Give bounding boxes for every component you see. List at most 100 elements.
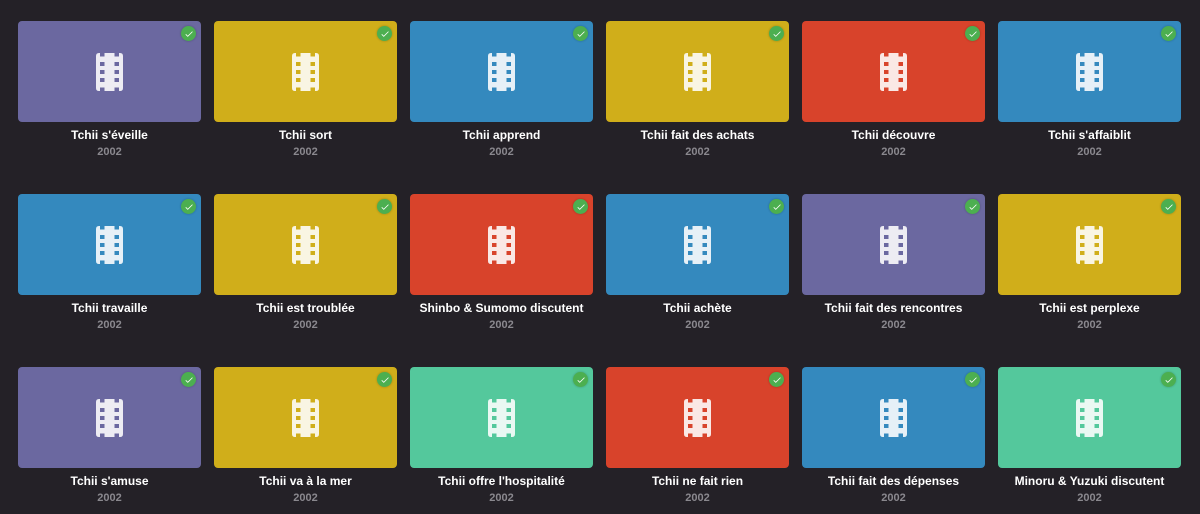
check-icon (184, 376, 193, 383)
watched-badge (769, 26, 784, 41)
episode-year: 2002 (489, 146, 514, 158)
episode-card[interactable]: Tchii s'éveille 2002 (18, 21, 201, 158)
episode-title: Tchii est perplexe (1039, 302, 1140, 315)
check-icon (772, 376, 781, 383)
episode-year: 2002 (97, 319, 122, 331)
episode-card[interactable]: Tchii sort 2002 (214, 21, 397, 158)
episode-title: Tchii achète (663, 302, 732, 315)
check-icon (968, 30, 977, 37)
episode-title: Tchii apprend (462, 129, 541, 142)
check-icon (380, 376, 389, 383)
episode-thumbnail[interactable] (214, 21, 397, 122)
watched-badge (1161, 372, 1176, 387)
episode-card[interactable]: Tchii fait des achats 2002 (606, 21, 789, 158)
episode-thumbnail[interactable] (410, 21, 593, 122)
watched-badge (965, 26, 980, 41)
episode-thumbnail[interactable] (998, 194, 1181, 295)
episode-title: Tchii offre l'hospitalité (438, 475, 565, 488)
watched-badge (965, 372, 980, 387)
episode-card[interactable]: Tchii est perplexe 2002 (998, 194, 1181, 331)
episode-year: 2002 (1077, 492, 1102, 504)
check-icon (184, 30, 193, 37)
episode-card[interactable]: Tchii apprend 2002 (410, 21, 593, 158)
episode-year: 2002 (97, 146, 122, 158)
watched-badge (1161, 26, 1176, 41)
episode-thumbnail[interactable] (214, 367, 397, 468)
episode-card[interactable]: Tchii fait des dépenses 2002 (802, 367, 985, 504)
episode-title: Tchii ne fait rien (651, 475, 744, 488)
watched-badge (573, 26, 588, 41)
episode-thumbnail[interactable] (802, 194, 985, 295)
episode-card[interactable]: Tchii achète 2002 (606, 194, 789, 331)
episode-card[interactable]: Tchii fait des rencontres 2002 (802, 194, 985, 331)
check-icon (576, 30, 585, 37)
episode-title: Tchii sort (278, 129, 333, 142)
watched-badge (377, 372, 392, 387)
episode-card[interactable]: Tchii va à la mer 2002 (214, 367, 397, 504)
episode-thumbnail[interactable] (606, 21, 789, 122)
watched-badge (181, 26, 196, 41)
check-icon (1164, 203, 1173, 210)
episode-thumbnail[interactable] (802, 367, 985, 468)
episode-thumbnail[interactable] (998, 21, 1181, 122)
film-strip-icon (488, 52, 515, 91)
check-icon (184, 203, 193, 210)
watched-badge (377, 26, 392, 41)
episode-title: Tchii fait des achats (640, 129, 755, 142)
film-strip-icon (1076, 398, 1103, 437)
watched-badge (181, 199, 196, 214)
episode-card[interactable]: Tchii ne fait rien 2002 (606, 367, 789, 504)
film-strip-icon (96, 398, 123, 437)
film-strip-icon (96, 52, 123, 91)
episode-thumbnail[interactable] (18, 21, 201, 122)
check-icon (1164, 30, 1173, 37)
episode-thumbnail[interactable] (998, 367, 1181, 468)
episode-year: 2002 (97, 492, 122, 504)
episode-card[interactable]: Tchii s'affaiblit 2002 (998, 21, 1181, 158)
episode-title: Minoru & Yuzuki discutent (1014, 475, 1165, 488)
episode-thumbnail[interactable] (410, 194, 593, 295)
film-strip-icon (96, 225, 123, 264)
film-strip-icon (488, 225, 515, 264)
episode-card[interactable]: Tchii travaille 2002 (18, 194, 201, 331)
episode-year: 2002 (1077, 146, 1102, 158)
media-library-page: Tchii s'éveille 2002 Tchii sort 2002 Tch… (0, 0, 1200, 514)
episode-thumbnail[interactable] (606, 194, 789, 295)
film-strip-icon (880, 225, 907, 264)
episode-thumbnail[interactable] (18, 367, 201, 468)
film-strip-icon (684, 225, 711, 264)
film-strip-icon (684, 52, 711, 91)
episode-card[interactable]: Tchii offre l'hospitalité 2002 (410, 367, 593, 504)
watched-badge (769, 372, 784, 387)
check-icon (772, 203, 781, 210)
check-icon (968, 376, 977, 383)
episode-card[interactable]: Minoru & Yuzuki discutent 2002 (998, 367, 1181, 504)
episode-year: 2002 (685, 319, 710, 331)
film-strip-icon (1076, 52, 1103, 91)
episode-title: Tchii fait des dépenses (827, 475, 960, 488)
episode-thumbnail[interactable] (18, 194, 201, 295)
episode-year: 2002 (685, 146, 710, 158)
episode-year: 2002 (881, 319, 906, 331)
check-icon (576, 376, 585, 383)
watched-badge (377, 199, 392, 214)
film-strip-icon (292, 225, 319, 264)
check-icon (576, 203, 585, 210)
episode-thumbnail[interactable] (410, 367, 593, 468)
check-icon (1164, 376, 1173, 383)
episode-card[interactable]: Tchii est troublée 2002 (214, 194, 397, 331)
episode-thumbnail[interactable] (606, 367, 789, 468)
episode-year: 2002 (685, 492, 710, 504)
film-strip-icon (488, 398, 515, 437)
episode-year: 2002 (881, 492, 906, 504)
episode-thumbnail[interactable] (214, 194, 397, 295)
film-strip-icon (684, 398, 711, 437)
episode-card[interactable]: Shinbo & Sumomo discutent 2002 (410, 194, 593, 331)
episode-year: 2002 (293, 319, 318, 331)
episode-title: Tchii découvre (851, 129, 936, 142)
film-strip-icon (1076, 225, 1103, 264)
watched-badge (181, 372, 196, 387)
episode-card[interactable]: Tchii s'amuse 2002 (18, 367, 201, 504)
episode-thumbnail[interactable] (802, 21, 985, 122)
episode-card[interactable]: Tchii découvre 2002 (802, 21, 985, 158)
